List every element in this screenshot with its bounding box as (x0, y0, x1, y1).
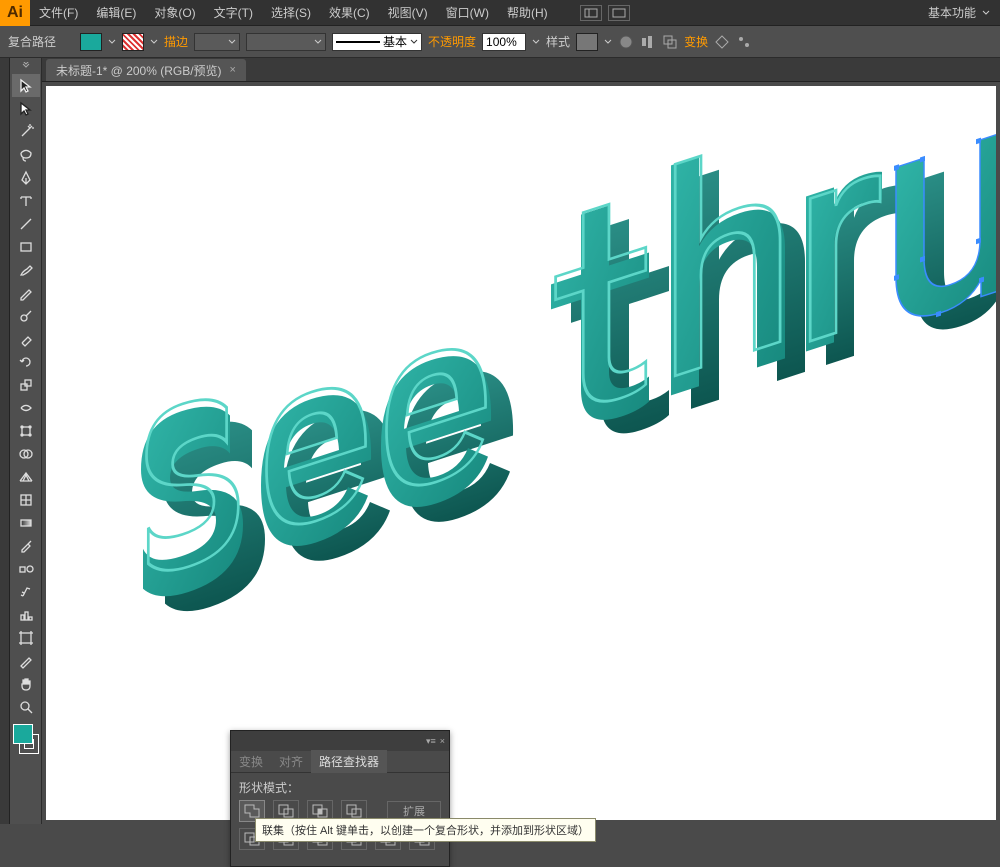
chevron-down-icon (982, 9, 990, 17)
chevron-down-icon[interactable] (604, 38, 612, 46)
rotate-tool[interactable] (12, 350, 40, 373)
tooltip: 联集（按住 Alt 键单击，以创建一个复合形状，并添加到形状区域） (255, 818, 596, 842)
close-icon[interactable]: × (440, 736, 445, 746)
opacity-label[interactable]: 不透明度 (428, 33, 476, 50)
align-icon[interactable] (640, 34, 656, 50)
blob-brush-tool[interactable] (12, 304, 40, 327)
recolor-icon[interactable] (618, 34, 634, 50)
mesh-tool[interactable] (12, 488, 40, 511)
layout-icon-1[interactable] (580, 5, 602, 21)
artwork (46, 86, 996, 826)
artboard[interactable] (46, 86, 996, 820)
eraser-tool[interactable] (12, 327, 40, 350)
stroke-weight-dropdown[interactable] (194, 33, 240, 51)
slice-tool[interactable] (12, 649, 40, 672)
panel-menu-icon[interactable]: ▾≡ (426, 736, 436, 747)
workspace-switcher[interactable]: 基本功能 (918, 4, 1000, 21)
tab-transform[interactable]: 变换 (231, 750, 271, 773)
symbol-sprayer-tool[interactable] (12, 580, 40, 603)
shape-builder-tool[interactable] (12, 442, 40, 465)
panel-header: ▾≡ × (231, 731, 449, 751)
scale-tool[interactable] (12, 373, 40, 396)
workspace: 未标题-1* @ 200% (RGB/预览) × (0, 58, 1000, 824)
pencil-tool[interactable] (12, 281, 40, 304)
fill-swatch[interactable] (80, 33, 102, 51)
zoom-tool[interactable] (12, 695, 40, 718)
blend-tool[interactable] (12, 557, 40, 580)
graphic-style-swatch[interactable] (576, 33, 598, 51)
eyedropper-tool[interactable] (12, 534, 40, 557)
menu-select[interactable]: 选择(S) (262, 4, 320, 21)
isolate-icon[interactable] (714, 34, 730, 50)
column-graph-tool[interactable] (12, 603, 40, 626)
opacity-field[interactable]: 100% (482, 33, 526, 51)
stroke-label[interactable]: 描边 (164, 33, 188, 50)
brush-def-label: 基本 (383, 33, 407, 50)
shape-modes-label: 形状模式： (239, 779, 441, 796)
magic-wand-tool[interactable] (12, 120, 40, 143)
document-area: 未标题-1* @ 200% (RGB/预览) × (42, 58, 1000, 824)
artboard-tool[interactable] (12, 626, 40, 649)
app-menubar: Ai 文件(F) 编辑(E) 对象(O) 文字(T) 选择(S) 效果(C) 视… (0, 0, 1000, 26)
menu-view[interactable]: 视图(V) (379, 4, 437, 21)
style-label: 样式 (546, 33, 570, 50)
tab-align[interactable]: 对齐 (271, 750, 311, 773)
chevron-down-icon[interactable] (108, 38, 116, 46)
toolbox-collapse-icon[interactable] (12, 62, 40, 74)
variable-width-dropdown[interactable] (246, 33, 326, 51)
pathfinder-panel[interactable]: ▾≡ × 变换 对齐 路径查找器 形状模式： 扩展 (230, 730, 450, 867)
transform-label[interactable]: 变换 (684, 33, 708, 50)
gradient-tool[interactable] (12, 511, 40, 534)
perspective-grid-tool[interactable] (12, 465, 40, 488)
workspace-label: 基本功能 (928, 4, 976, 21)
free-transform-tool[interactable] (12, 419, 40, 442)
stroke-swatch[interactable] (122, 33, 144, 51)
menu-type[interactable]: 文字(T) (205, 4, 262, 21)
menu-object[interactable]: 对象(O) (145, 4, 204, 21)
close-icon[interactable]: × (230, 64, 236, 76)
selection-tool[interactable] (12, 74, 40, 97)
line-tool[interactable] (12, 212, 40, 235)
control-bar: 复合路径 描边 基本 不透明度 100% 样式 变换 (0, 26, 1000, 58)
fill-stroke-indicator[interactable] (11, 722, 41, 756)
menu-window[interactable]: 窗口(W) (437, 4, 498, 21)
hand-tool[interactable] (12, 672, 40, 695)
rectangle-tool[interactable] (12, 235, 40, 258)
brush-def-dropdown[interactable]: 基本 (332, 33, 422, 51)
document-tab[interactable]: 未标题-1* @ 200% (RGB/预览) × (46, 59, 246, 81)
layout-icon-2[interactable] (608, 5, 630, 21)
menu-edit[interactable]: 编辑(E) (87, 4, 145, 21)
canvas-wrap: ▾≡ × 变换 对齐 路径查找器 形状模式： 扩展 (42, 82, 1000, 824)
document-tab-title: 未标题-1* @ 200% (RGB/预览) (56, 62, 222, 79)
menu-effect[interactable]: 效果(C) (320, 4, 379, 21)
type-tool[interactable] (12, 189, 40, 212)
chevron-down-icon[interactable] (150, 38, 158, 46)
direct-selection-tool[interactable] (12, 97, 40, 120)
chevron-down-icon[interactable] (532, 38, 540, 46)
lasso-tool[interactable] (12, 143, 40, 166)
shape-icon[interactable] (662, 34, 678, 50)
select-similar-icon[interactable] (736, 34, 752, 50)
app-logo: Ai (0, 0, 30, 26)
pen-tool[interactable] (12, 166, 40, 189)
edge-strip (0, 58, 10, 824)
menu-help[interactable]: 帮助(H) (498, 4, 557, 21)
fill-indicator[interactable] (13, 724, 33, 744)
width-tool[interactable] (12, 396, 40, 419)
toolbox (10, 58, 42, 824)
selection-type-label: 复合路径 (8, 33, 56, 50)
menu-file[interactable]: 文件(F) (30, 4, 87, 21)
tab-pathfinder[interactable]: 路径查找器 (311, 750, 387, 773)
panel-tabs: 变换 对齐 路径查找器 (231, 751, 449, 773)
paintbrush-tool[interactable] (12, 258, 40, 281)
document-tab-row: 未标题-1* @ 200% (RGB/预览) × (42, 58, 1000, 82)
